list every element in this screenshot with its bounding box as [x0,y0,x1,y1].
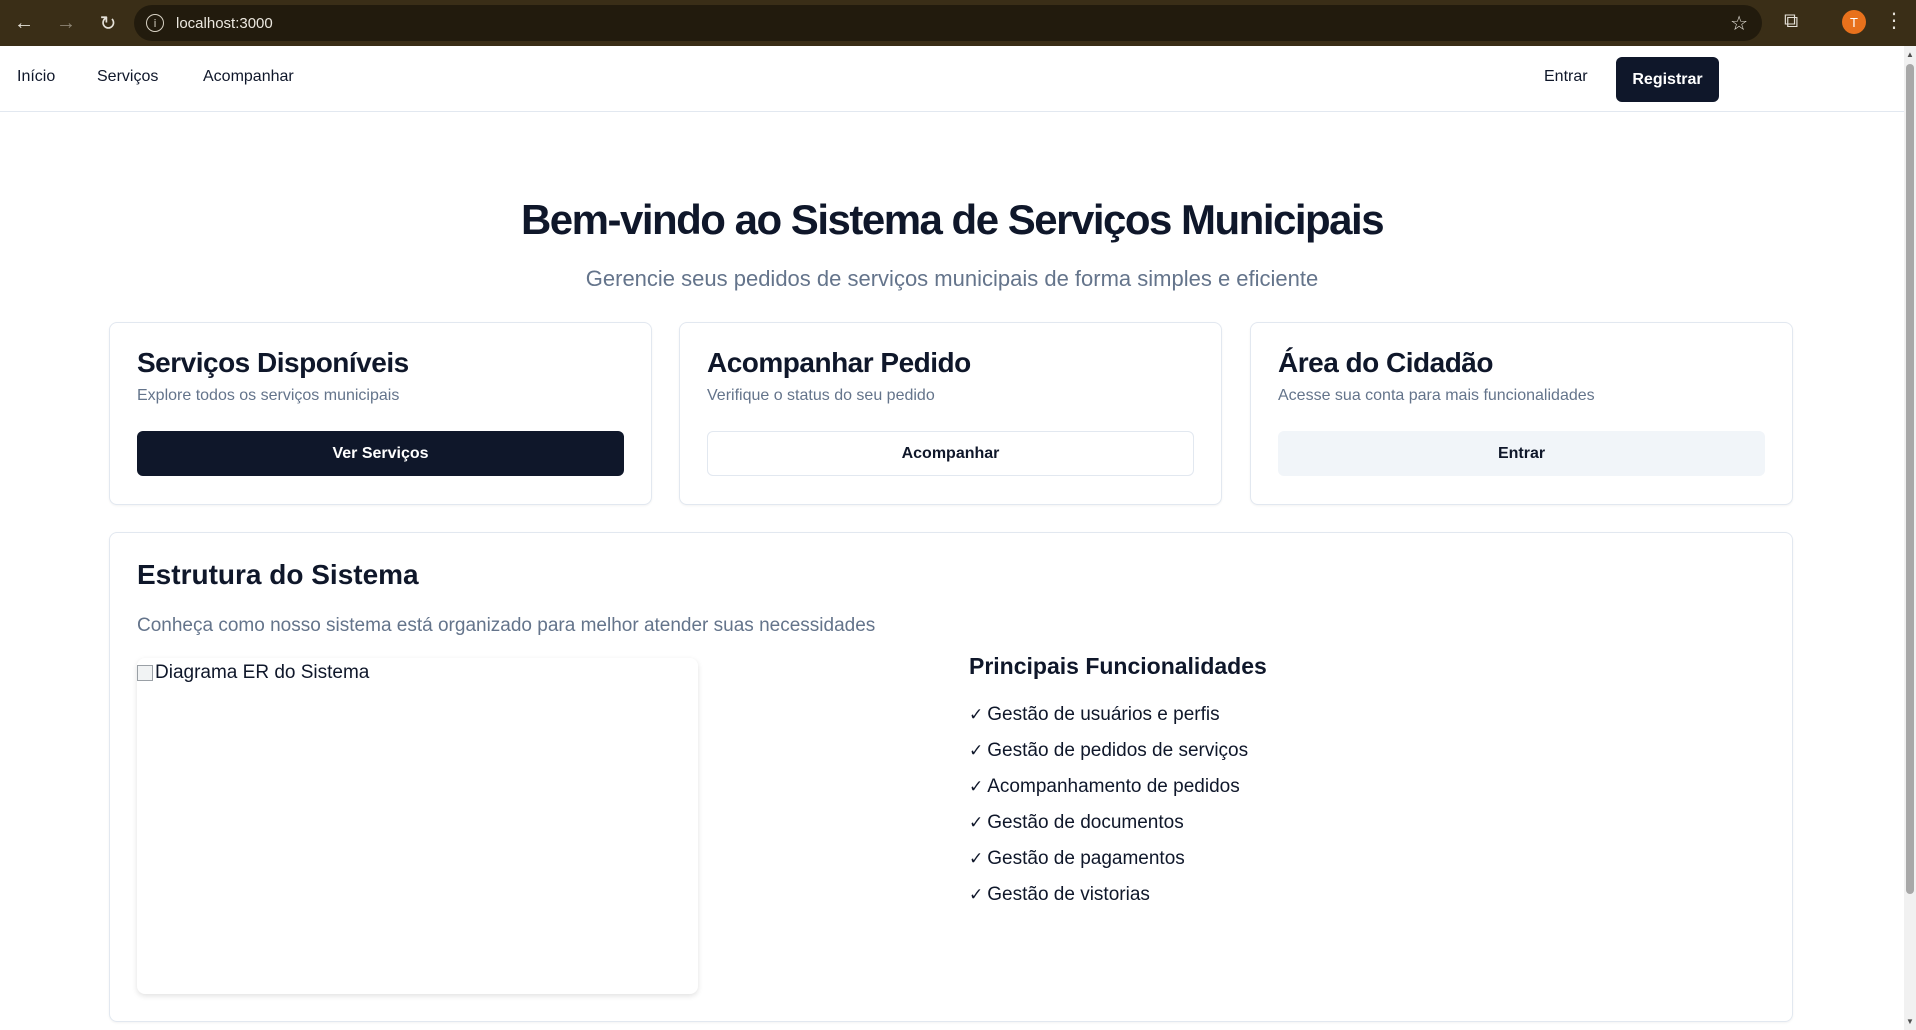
back-icon[interactable]: ← [6,5,42,41]
address-bar[interactable]: i localhost:3000 ☆ [134,5,1762,41]
register-button[interactable]: Registrar [1616,57,1719,102]
er-diagram-image: Diagrama ER do Sistema [137,658,698,994]
card-available-services: Serviços Disponíveis Explore todos os se… [109,322,652,505]
scroll-up-icon[interactable]: ▲ [1906,50,1914,59]
list-item: ✓ Gestão de pedidos de serviços [969,733,1248,769]
check-icon: ✓ [969,813,984,833]
nav-link-services[interactable]: Serviços [97,68,158,86]
card-title: Área do Cidadão [1278,347,1493,378]
section-description: Conheça como nosso sistema está organiza… [137,615,876,636]
nav-link-home[interactable]: Início [17,68,55,86]
check-icon: ✓ [969,885,984,905]
browser-menu-icon[interactable]: ⋮ [1884,8,1904,32]
check-icon: ✓ [969,741,984,761]
check-icon: ✓ [969,777,984,797]
section-title: Estrutura do Sistema [137,559,419,590]
site-info-icon[interactable]: i [146,14,164,32]
list-item: ✓ Gestão de vistorias [969,877,1248,913]
feature-label: Gestão de usuários e perfis [987,704,1220,725]
forward-icon[interactable]: → [48,5,84,41]
scroll-down-icon[interactable]: ▼ [1906,1017,1914,1026]
list-item: ✓ Gestão de documentos [969,805,1248,841]
scrollbar-thumb[interactable] [1906,64,1914,894]
broken-image-placeholder: Diagrama ER do Sistema [137,662,369,684]
bookmark-star-icon[interactable]: ☆ [1730,11,1748,35]
card-title: Serviços Disponíveis [137,347,409,378]
citizen-login-button[interactable]: Entrar [1278,431,1765,476]
list-item: ✓ Acompanhamento de pedidos [969,769,1248,805]
profile-avatar[interactable]: T [1842,10,1866,34]
list-item: ✓ Gestão de pagamentos [969,841,1248,877]
features-list: ✓ Gestão de usuários e perfis ✓ Gestão de … [969,697,1248,913]
list-item: ✓ Gestão de usuários e perfis [969,697,1248,733]
card-citizen-area: Área do Cidadão Acesse sua conta para ma… [1250,322,1793,505]
check-icon: ✓ [969,849,984,869]
page-title: Bem-vindo ao Sistema de Serviços Municip… [520,196,1385,243]
card-description: Verifique o status do seu pedido [707,387,935,404]
feature-label: Gestão de pedidos de serviços [987,740,1249,761]
card-description: Acesse sua conta para mais funcionalidad… [1278,387,1595,404]
features-title: Principais Funcionalidades [969,653,1267,679]
diagram-alt-text: Diagrama ER do Sistema [155,662,370,683]
view-services-button[interactable]: Ver Serviços [137,431,624,476]
feature-label: Gestão de vistorias [987,884,1150,905]
track-order-button[interactable]: Acompanhar [707,431,1194,476]
system-structure-section: Estrutura do Sistema Conheça como nosso … [109,532,1793,1022]
card-title: Acompanhar Pedido [707,347,971,378]
card-description: Explore todos os serviços municipais [137,387,400,404]
feature-label: Gestão de pagamentos [987,848,1185,869]
extensions-icon[interactable]: ⧉ [1784,8,1798,32]
nav-link-track[interactable]: Acompanhar [203,68,294,86]
page-scrollbar[interactable]: ▲ ▼ [1904,46,1916,1030]
page-viewport: Início Serviços Acompanhar Entrar Regist… [0,46,1904,1030]
page-subtitle: Gerencie seus pedidos de serviços munici… [585,266,1319,291]
feature-label: Acompanhamento de pedidos [987,776,1240,797]
feature-label: Gestão de documentos [987,812,1184,833]
top-navigation: Início Serviços Acompanhar Entrar Regist… [0,46,1904,112]
check-icon: ✓ [969,705,984,725]
url-text[interactable]: localhost:3000 [176,15,273,32]
reload-icon[interactable]: ↻ [90,5,126,41]
broken-image-icon [137,665,153,681]
card-track-order: Acompanhar Pedido Verifique o status do … [679,322,1222,505]
nav-login-link[interactable]: Entrar [1544,68,1588,86]
browser-toolbar: ← → ↻ i localhost:3000 ☆ ⧉ T ⋮ [0,0,1916,46]
